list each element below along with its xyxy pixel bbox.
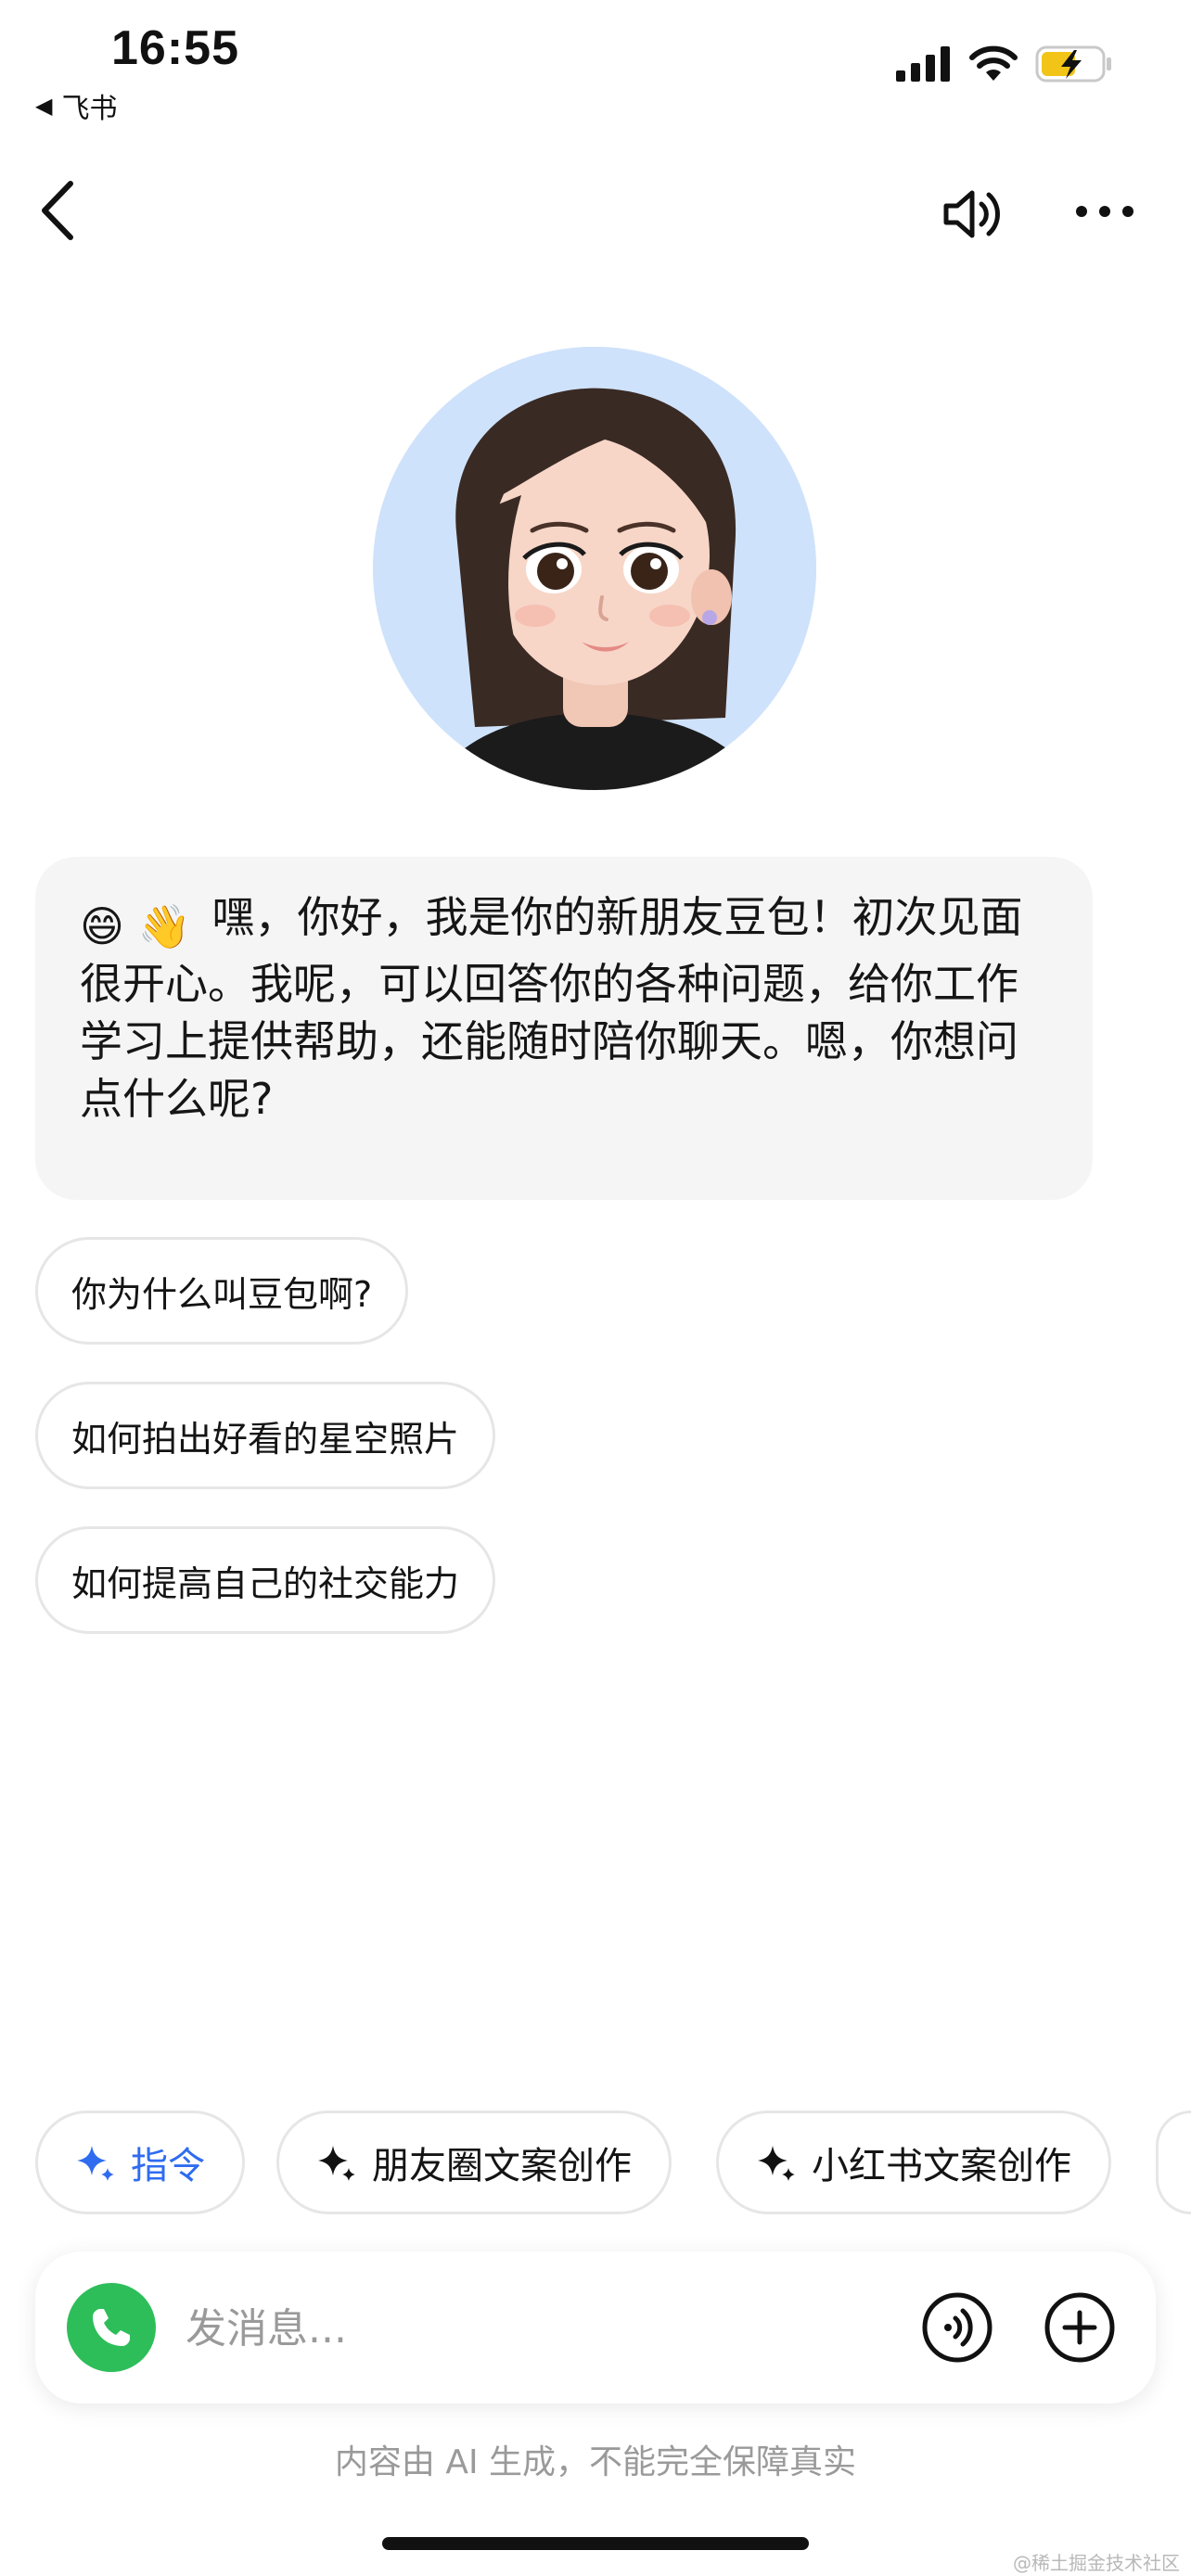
suggestion-label: 如何拍出好看的星空照片 <box>71 1418 460 1460</box>
avatar-illustration <box>373 347 816 790</box>
chip-xiaohongshu-copywriting[interactable]: 小红书文案创作 <box>716 2111 1111 2214</box>
greeting-message-bubble: 😄 👋 嘿，你好，我是你的新朋友豆包！初次见面很开心。我呢，可以回答你的各种问题… <box>35 857 1093 1200</box>
back-app-label: 飞书 <box>61 93 118 125</box>
message-composer <box>35 2251 1156 2404</box>
suggestion-chip[interactable]: 如何拍出好看的星空照片 <box>35 1382 496 1489</box>
back-to-app-link[interactable]: ◀ 飞书 <box>35 85 117 126</box>
greeting-text: 嘿，你好，我是你的新朋友豆包！初次见面很开心。我呢，可以回答你的各种问题，给你工… <box>80 892 1023 1124</box>
suggestion-label: 如何提高自己的社交能力 <box>71 1562 460 1604</box>
status-time: 16:55 <box>111 21 239 75</box>
suggestion-label: 你为什么叫豆包啊? <box>71 1273 373 1315</box>
more-icon[interactable] <box>1072 193 1137 230</box>
watermark: @稀土掘金技术社区 <box>1013 2552 1180 2574</box>
ai-disclaimer: 内容由 AI 生成，不能完全保障真实 <box>334 2443 857 2481</box>
plus-circle-icon[interactable] <box>1043 2290 1117 2365</box>
call-button[interactable] <box>67 2283 156 2372</box>
sparkle-icon <box>758 2146 795 2181</box>
home-indicator[interactable] <box>382 2537 809 2550</box>
chip-label: 小红书文案创作 <box>812 2145 1071 2187</box>
battery-charging-icon <box>1035 45 1111 83</box>
bot-avatar[interactable] <box>373 347 816 790</box>
chip-overflow-partial[interactable] <box>1156 2111 1191 2214</box>
chip-moments-copywriting[interactable]: 朋友圈文案创作 <box>276 2111 672 2214</box>
suggestion-chip[interactable]: 你为什么叫豆包啊? <box>35 1237 409 1345</box>
chevron-left-icon[interactable] <box>35 178 82 243</box>
message-input[interactable] <box>184 2292 837 2365</box>
chip-label: 指令 <box>131 2145 205 2187</box>
sparkle-icon <box>318 2146 355 2181</box>
status-indicators <box>896 45 1113 83</box>
sparkle-icon <box>77 2146 114 2181</box>
voice-wave-icon[interactable] <box>920 2290 994 2365</box>
speaker-icon[interactable] <box>939 182 1004 247</box>
chip-commands[interactable]: 指令 <box>35 2111 245 2214</box>
wifi-icon <box>969 45 1018 81</box>
phone-icon <box>93 2309 130 2346</box>
chip-label: 朋友圈文案创作 <box>372 2145 632 2187</box>
emoji-grin-wave: 😄 👋 <box>80 901 191 951</box>
suggestion-chip[interactable]: 如何提高自己的社交能力 <box>35 1526 496 1634</box>
back-triangle-icon: ◀ <box>35 93 53 119</box>
signal-icon <box>896 46 950 82</box>
